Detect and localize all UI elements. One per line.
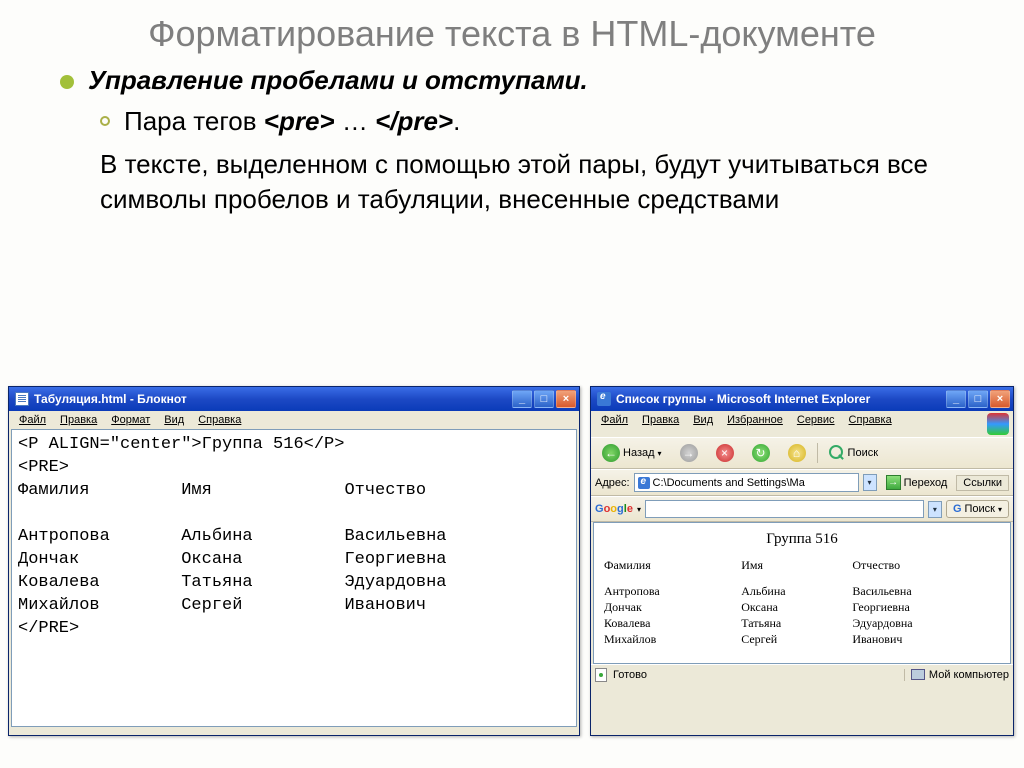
status-ready: Готово: [613, 669, 647, 681]
menu-file[interactable]: Файл: [595, 413, 634, 435]
search-label: Поиск: [848, 447, 878, 459]
monitor-icon: [911, 669, 925, 680]
table-row: ДончакОксанаГеоргиевна: [604, 600, 1000, 616]
page-heading: Группа 516: [604, 531, 1000, 548]
col-surname: Фамилия: [604, 558, 741, 574]
home-icon: ⌂: [788, 444, 806, 462]
notepad-title: Табуляция.html - Блокнот: [34, 392, 187, 406]
menu-help[interactable]: Справка: [192, 413, 247, 427]
paragraph-text: В тексте, выделенном с помощью этой пары…: [100, 147, 984, 217]
ie-page-content: Группа 516 Фамилия Имя Отчество Антропов…: [593, 522, 1011, 664]
back-button[interactable]: ← Назад ▾: [595, 441, 669, 465]
page-icon: [638, 477, 650, 489]
ie-app-icon: [597, 392, 611, 406]
back-label: Назад: [623, 447, 655, 459]
tag-open: <pre>: [264, 106, 335, 136]
status-comp-label: Мой компьютер: [929, 669, 1009, 681]
menu-fav[interactable]: Избранное: [721, 413, 789, 435]
forward-button[interactable]: →: [673, 441, 705, 465]
google-search-button[interactable]: G Поиск ▾: [946, 500, 1009, 518]
windows-logo-icon: [987, 413, 1009, 435]
search-button[interactable]: Поиск: [822, 442, 885, 464]
close-button[interactable]: ×: [556, 390, 576, 408]
sub-bullet-item: Пара тегов <pre> … </pre>.: [100, 106, 984, 137]
ie-toolbar: ← Назад ▾ → × ↻ ⌂ Поиск: [591, 437, 1013, 469]
chevron-down-icon: ▾: [998, 505, 1002, 514]
menu-file[interactable]: Файл: [13, 413, 52, 427]
address-label: Адрес:: [595, 477, 630, 489]
close-button[interactable]: ×: [990, 390, 1010, 408]
names-table: Фамилия Имя Отчество АнтроповаАльбинаВас…: [604, 558, 1000, 648]
google-search-input[interactable]: [645, 500, 924, 518]
table-header-row: Фамилия Имя Отчество: [604, 558, 1000, 574]
col-name: Имя: [741, 558, 852, 574]
address-value: C:\Documents and Settings\Ма: [653, 477, 805, 489]
google-dropdown-icon[interactable]: ▾: [928, 501, 942, 518]
ie-menubar: Файл Правка Вид Избранное Сервис Справка: [591, 411, 1013, 437]
google-toolbar: Google ▾ ▾ G Поиск ▾: [591, 496, 1013, 522]
slide-title: Форматирование текста в HTML-документе: [0, 0, 1024, 65]
tagline-end: .: [453, 106, 460, 136]
search-icon: [829, 445, 845, 461]
stop-icon: ×: [716, 444, 734, 462]
notepad-app-icon: [15, 392, 29, 406]
menu-format[interactable]: Формат: [105, 413, 156, 427]
menu-edit[interactable]: Правка: [54, 413, 103, 427]
notepad-titlebar[interactable]: Табуляция.html - Блокнот _ □ ×: [9, 387, 579, 411]
tags-line: Пара тегов <pre> … </pre>.: [124, 106, 460, 137]
links-button[interactable]: Ссылки: [956, 475, 1009, 491]
go-button[interactable]: → Переход: [881, 474, 953, 491]
tagline-mid: …: [335, 106, 375, 136]
google-g-icon: G: [953, 503, 962, 515]
google-logo: Google: [595, 503, 633, 515]
maximize-button[interactable]: □: [968, 390, 988, 408]
home-button[interactable]: ⌂: [781, 441, 813, 465]
menu-help[interactable]: Справка: [843, 413, 898, 435]
bullet-dot-icon: [60, 75, 74, 89]
chevron-down-icon: ▾: [658, 449, 662, 458]
stop-button[interactable]: ×: [709, 441, 741, 465]
refresh-icon: ↻: [752, 444, 770, 462]
notepad-textarea[interactable]: <P ALIGN="center">Группа 516</P> <PRE> Ф…: [11, 429, 577, 727]
maximize-button[interactable]: □: [534, 390, 554, 408]
address-dropdown-icon[interactable]: ▾: [863, 474, 877, 491]
address-bar: Адрес: C:\Documents and Settings\Ма ▾ → …: [591, 469, 1013, 496]
address-input[interactable]: C:\Documents and Settings\Ма: [634, 473, 859, 492]
status-computer: Мой компьютер: [904, 669, 1009, 681]
ie-title: Список группы - Microsoft Internet Explo…: [616, 392, 870, 406]
sub-bullet-ring-icon: [100, 116, 110, 126]
notepad-menubar: Файл Правка Формат Вид Справка: [9, 411, 579, 429]
menu-edit[interactable]: Правка: [636, 413, 685, 435]
done-icon: [595, 668, 607, 682]
table-row: АнтроповаАльбинаВасильевна: [604, 584, 1000, 600]
go-label: Переход: [904, 477, 948, 489]
bullet-text: Управление пробелами и отступами.: [88, 65, 588, 96]
ie-statusbar: Готово Мой компьютер: [591, 664, 1013, 684]
tag-close: </pre>: [375, 106, 453, 136]
back-arrow-icon: ←: [602, 444, 620, 462]
notepad-window: Табуляция.html - Блокнот _ □ × Файл Прав…: [8, 386, 580, 736]
menu-view[interactable]: Вид: [158, 413, 190, 427]
minimize-button[interactable]: _: [946, 390, 966, 408]
chevron-down-icon[interactable]: ▾: [637, 505, 641, 514]
table-row: МихайловСергейИванович: [604, 632, 1000, 648]
ie-window: Список группы - Microsoft Internet Explo…: [590, 386, 1014, 736]
table-row: КовалеваТатьянаЭдуардовна: [604, 616, 1000, 632]
bullet-item: Управление пробелами и отступами.: [60, 65, 984, 96]
google-search-label: Поиск: [965, 503, 995, 515]
refresh-button[interactable]: ↻: [745, 441, 777, 465]
menu-tools[interactable]: Сервис: [791, 413, 841, 435]
tagline-prefix: Пара тегов: [124, 106, 264, 136]
menu-view[interactable]: Вид: [687, 413, 719, 435]
ie-titlebar[interactable]: Список группы - Microsoft Internet Explo…: [591, 387, 1013, 411]
col-patronymic: Отчество: [852, 558, 1000, 574]
minimize-button[interactable]: _: [512, 390, 532, 408]
forward-arrow-icon: →: [680, 444, 698, 462]
slide-content: Управление пробелами и отступами. Пара т…: [0, 65, 1024, 217]
go-arrow-icon: →: [886, 475, 901, 490]
